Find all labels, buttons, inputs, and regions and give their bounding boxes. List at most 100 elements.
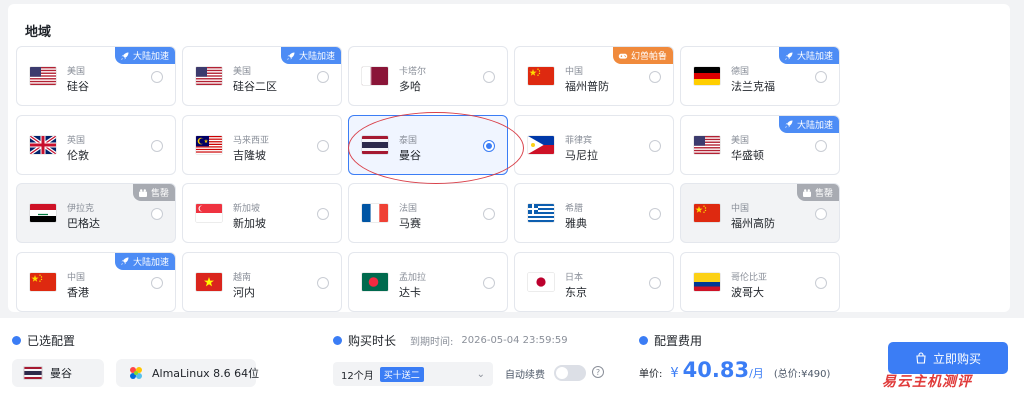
region-city: 香港 bbox=[67, 285, 89, 299]
rocket-icon bbox=[286, 51, 296, 61]
region-radio[interactable] bbox=[815, 208, 827, 220]
region-radio[interactable] bbox=[649, 71, 661, 83]
region-radio[interactable] bbox=[649, 276, 661, 289]
thailand-flag-icon bbox=[24, 367, 42, 379]
buy-now-button[interactable]: 立即购买 bbox=[888, 342, 1008, 374]
region-radio[interactable] bbox=[317, 208, 329, 220]
uk-flag-icon bbox=[30, 135, 56, 154]
region-country: 中国 bbox=[731, 204, 750, 214]
region-card[interactable]: 德国 法兰克福 大陆加速 bbox=[680, 46, 840, 106]
region-card[interactable]: 中国 福州普防 幻兽帕鲁 bbox=[514, 46, 674, 106]
region-city: 吉隆坡 bbox=[233, 148, 266, 162]
region-card[interactable]: 英国 伦敦 bbox=[16, 114, 176, 175]
watermark-text: 易云主机测评 bbox=[882, 374, 972, 390]
region-city: 硅谷 bbox=[67, 80, 89, 93]
selected-os-name: AlmaLinux 8.6 64位 bbox=[152, 367, 260, 380]
region-card[interactable]: 哥伦比亚 波哥大 bbox=[680, 251, 840, 312]
rocket-icon bbox=[784, 119, 794, 129]
region-badge-label: 售罄 bbox=[150, 189, 169, 199]
soldout-icon bbox=[802, 188, 812, 198]
region-card[interactable]: 美国 硅谷 大陆加速 bbox=[16, 46, 176, 106]
germany-flag-icon bbox=[694, 67, 720, 85]
region-card[interactable]: 马来西亚 吉隆坡 bbox=[182, 114, 342, 175]
gamepad-icon bbox=[618, 51, 628, 61]
bullet-dot-icon bbox=[12, 336, 21, 345]
region-city: 马赛 bbox=[399, 217, 421, 230]
region-card[interactable]: 法国 马赛 bbox=[348, 183, 508, 243]
region-card[interactable]: 卡塔尔 多哈 bbox=[348, 46, 508, 106]
help-icon[interactable]: ? bbox=[592, 366, 604, 378]
region-badge-label: 大陆加速 bbox=[132, 257, 169, 268]
iraq-flag-icon bbox=[30, 204, 56, 222]
region-city: 达卡 bbox=[399, 285, 421, 299]
region-country: 中国 bbox=[565, 67, 584, 77]
region-city: 硅谷二区 bbox=[233, 80, 277, 93]
expire-label: 到期时间: bbox=[410, 337, 454, 348]
region-radio[interactable] bbox=[317, 139, 329, 152]
selected-config-heading: 已选配置 bbox=[12, 332, 75, 349]
thailand-flag-icon bbox=[362, 135, 388, 154]
region-badge-label: 大陆加速 bbox=[796, 120, 833, 131]
region-badge: 大陆加速 bbox=[114, 252, 175, 270]
cost-heading: 配置费用 bbox=[639, 332, 702, 349]
region-radio[interactable] bbox=[151, 208, 163, 220]
region-section-title: 地域 bbox=[25, 25, 52, 40]
selected-region-name: 曼谷 bbox=[50, 367, 72, 380]
expire-value: 2026-05-04 23:59:59 bbox=[461, 335, 568, 346]
region-radio[interactable] bbox=[483, 71, 495, 83]
auto-renew-toggle[interactable] bbox=[554, 365, 586, 381]
region-card[interactable]: 菲律宾 马尼拉 bbox=[514, 114, 674, 175]
japan-flag-icon bbox=[528, 272, 554, 291]
selected-config-title: 已选配置 bbox=[27, 334, 76, 348]
region-radio[interactable] bbox=[815, 71, 827, 83]
price-period: /月 bbox=[749, 367, 764, 380]
region-radio[interactable] bbox=[317, 276, 329, 289]
region-city: 福州高防 bbox=[731, 217, 775, 230]
unit-price-amount: 40.83 bbox=[682, 358, 750, 382]
region-card[interactable]: 日本 东京 bbox=[514, 251, 674, 312]
region-radio[interactable] bbox=[815, 139, 827, 152]
rocket-icon bbox=[784, 51, 794, 61]
bullet-dot-icon bbox=[639, 336, 648, 345]
greece-flag-icon bbox=[528, 204, 554, 222]
singapore-flag-icon bbox=[196, 204, 222, 222]
region-card[interactable]: 新加坡 新加坡 bbox=[182, 183, 342, 243]
region-card[interactable]: 孟加拉 达卡 bbox=[348, 251, 508, 312]
region-radio[interactable] bbox=[483, 208, 495, 220]
region-country: 哥伦比亚 bbox=[731, 272, 768, 283]
region-country: 卡塔尔 bbox=[399, 67, 427, 77]
region-city: 东京 bbox=[565, 285, 587, 299]
total-price: (总价:¥490) bbox=[773, 369, 831, 380]
region-card[interactable]: 泰国 曼谷 bbox=[348, 114, 508, 175]
region-radio[interactable] bbox=[649, 208, 661, 220]
china-flag-icon bbox=[30, 272, 56, 291]
region-card[interactable]: 中国福州高防 售罄 bbox=[680, 183, 840, 243]
region-card[interactable]: 伊拉克 巴格达 售罄 bbox=[16, 183, 176, 243]
region-country: 美国 bbox=[233, 67, 252, 77]
region-badge-label: 售罄 bbox=[814, 189, 833, 199]
region-radio[interactable] bbox=[317, 71, 329, 83]
region-card[interactable]: 美国 硅谷二区 大陆加速 bbox=[182, 46, 342, 106]
region-radio[interactable] bbox=[151, 139, 163, 152]
region-badge: 大陆加速 bbox=[778, 47, 839, 64]
region-radio[interactable] bbox=[483, 139, 495, 152]
colombia-flag-icon bbox=[694, 272, 720, 291]
region-radio[interactable] bbox=[483, 276, 495, 289]
usa-flag-icon bbox=[30, 67, 56, 85]
duration-select[interactable]: 12个月 买十送二 ⌄ bbox=[333, 362, 493, 386]
region-radio[interactable] bbox=[151, 71, 163, 83]
buy-now-label: 立即购买 bbox=[932, 351, 981, 366]
region-country: 菲律宾 bbox=[565, 135, 593, 146]
china-flag-icon bbox=[528, 67, 554, 85]
region-city: 马尼拉 bbox=[565, 148, 598, 162]
region-card[interactable]: 美国 华盛顿 大陆加速 bbox=[680, 114, 840, 175]
region-radio[interactable] bbox=[815, 276, 827, 289]
region-badge: 大陆加速 bbox=[778, 115, 839, 133]
region-radio[interactable] bbox=[649, 139, 661, 152]
region-badge-label: 大陆加速 bbox=[796, 52, 833, 62]
region-card[interactable]: 越南 河内 bbox=[182, 251, 342, 312]
region-card[interactable]: 中国 香港 大陆加速 bbox=[16, 251, 176, 312]
region-radio[interactable] bbox=[151, 276, 163, 289]
region-card[interactable]: 希腊 雅典 bbox=[514, 183, 674, 243]
selected-os-chip: AlmaLinux 8.6 64位 bbox=[116, 359, 260, 387]
